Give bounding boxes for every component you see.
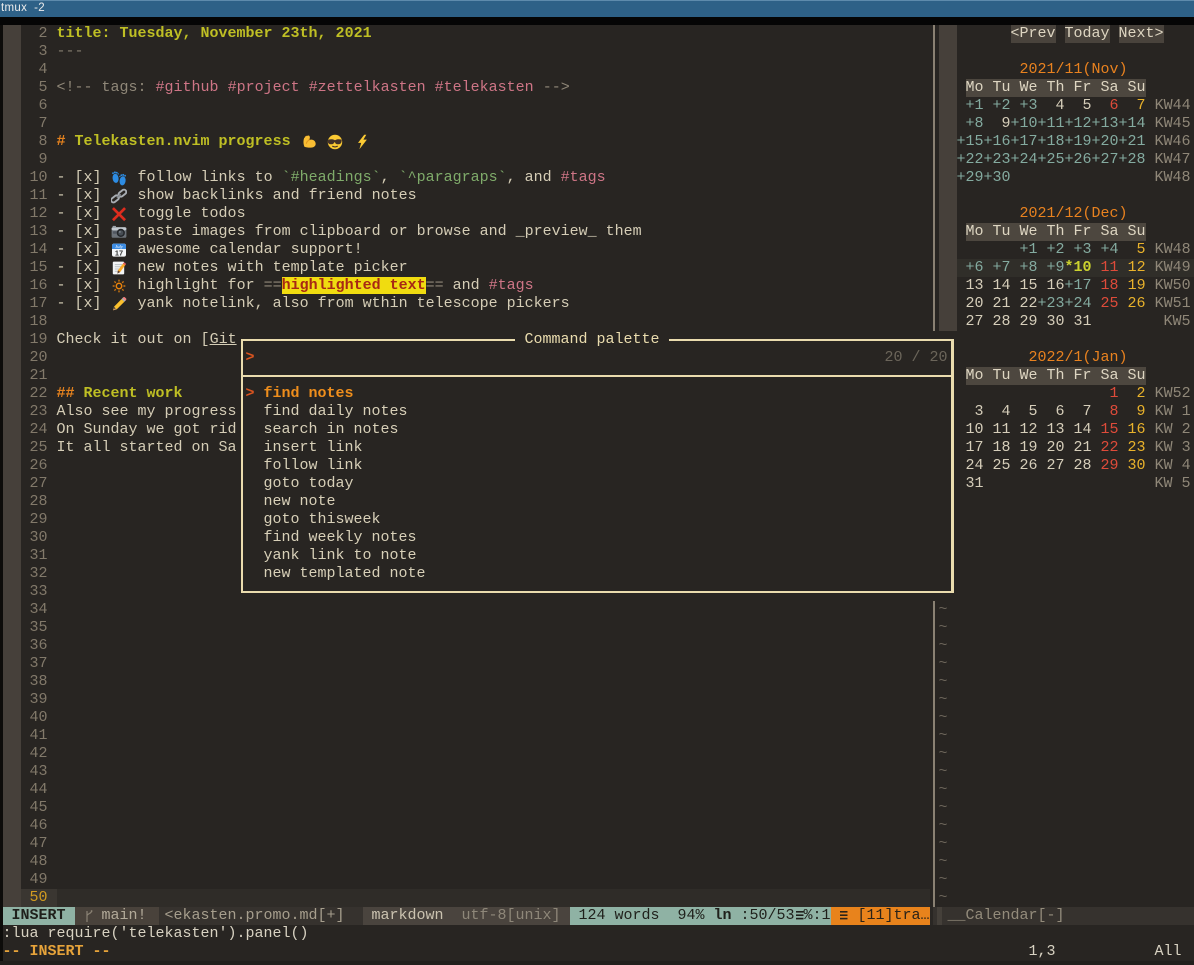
svg-text:17: 17 (114, 248, 122, 257)
